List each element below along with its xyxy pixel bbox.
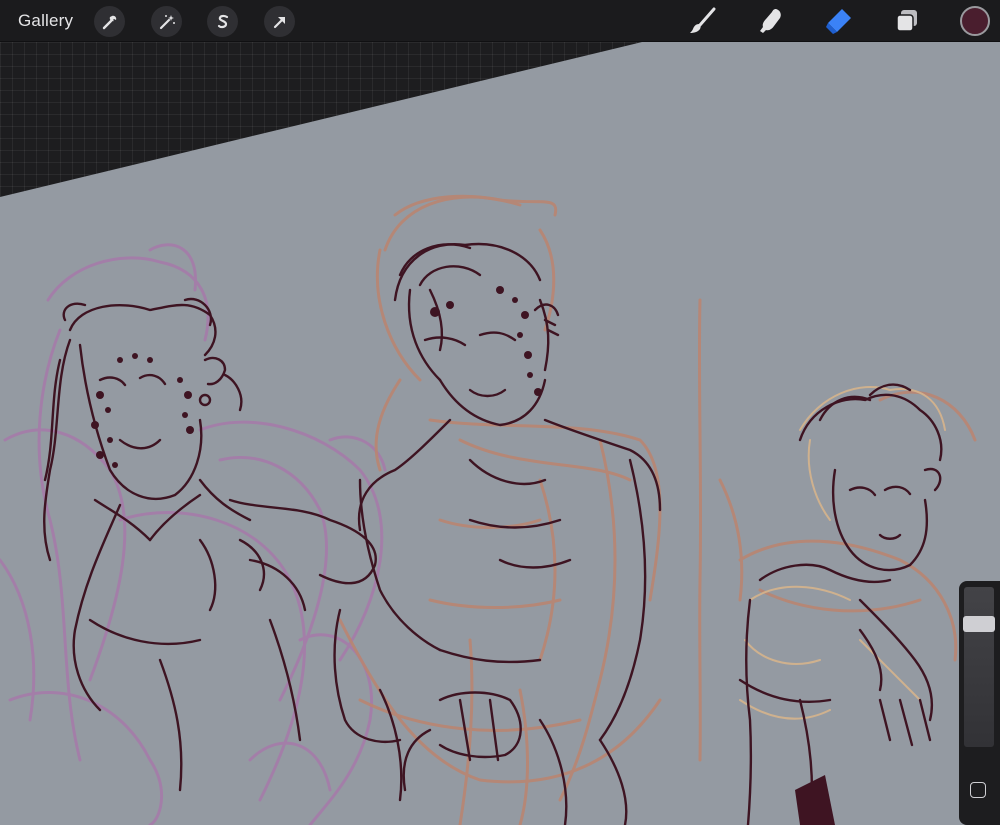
adjustments-button[interactable]	[151, 6, 182, 37]
current-color-swatch[interactable]	[960, 6, 990, 36]
layers-button[interactable]	[890, 4, 924, 38]
layers-icon	[896, 10, 917, 32]
smudge-tool-button[interactable]	[754, 4, 788, 38]
arrow-cursor-icon	[273, 16, 285, 28]
side-slider-panel	[959, 581, 1000, 825]
selection-button[interactable]	[207, 6, 238, 37]
canvas-paper[interactable]	[0, 42, 1000, 825]
smudge-finger-icon	[760, 9, 781, 33]
opacity-slider-thumb[interactable]	[963, 616, 995, 632]
eraser-icon	[826, 9, 851, 34]
selection-s-icon	[217, 14, 228, 28]
opacity-slider[interactable]	[963, 587, 995, 747]
eraser-tool-button[interactable]	[822, 4, 856, 38]
wrench-icon	[102, 15, 116, 29]
top-toolbar: Gallery	[0, 0, 1000, 42]
magic-wand-icon	[159, 14, 175, 29]
transform-button[interactable]	[264, 6, 295, 37]
brush-icon	[690, 7, 716, 33]
drawing-canvas[interactable]	[0, 0, 1000, 825]
actions-button[interactable]	[94, 6, 125, 37]
gallery-button[interactable]: Gallery	[18, 11, 73, 31]
modify-button[interactable]	[970, 782, 986, 798]
brush-tool-button[interactable]	[686, 4, 720, 38]
